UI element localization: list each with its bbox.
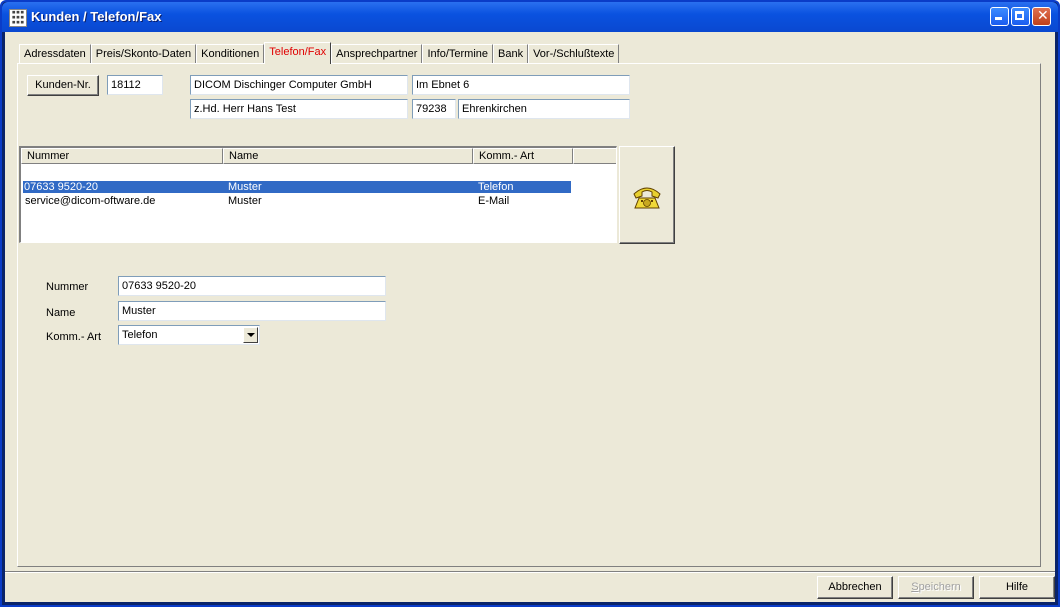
maximize-icon: [1015, 11, 1024, 20]
save-button[interactable]: Speichern: [898, 576, 974, 599]
tab-vor-schlusstexte[interactable]: Vor-/Schlußtexte: [528, 44, 620, 63]
komm-art-label: Komm.- Art: [46, 331, 102, 343]
maximize-button[interactable]: [1011, 7, 1030, 26]
tab-adressdaten[interactable]: Adressdaten: [19, 44, 91, 63]
column-header-art[interactable]: Komm.- Art: [473, 148, 573, 164]
footer-divider: [5, 571, 1055, 573]
row-name: Muster: [228, 181, 262, 193]
communication-list[interactable]: Nummer Name Komm.- Art 07633 9520-20 Mus…: [19, 146, 617, 243]
main-window: ▪▪▪ ▪▪▪ ▪▪▪ Kunden / Telefon/Fax ✕ Adressd…: [0, 0, 1060, 607]
save-label-mnemonic: S: [911, 581, 919, 593]
dial-button[interactable]: [619, 146, 675, 244]
tab-telefon-fax[interactable]: Telefon/Fax: [264, 42, 332, 64]
zip-field[interactable]: 79238: [412, 99, 456, 119]
minimize-icon: [995, 17, 1002, 20]
attention-field[interactable]: z.Hd. Herr Hans Test: [190, 99, 408, 119]
street-field[interactable]: Im Ebnet 6: [412, 75, 630, 95]
row-art: Telefon: [478, 181, 514, 193]
tab-preis-skonto[interactable]: Preis/Skonto-Daten: [90, 44, 197, 63]
kunden-nr-button[interactable]: Kunden-Nr.: [27, 75, 99, 96]
name-input[interactable]: Muster: [118, 301, 386, 321]
telephone-icon: [633, 187, 661, 209]
komm-art-select[interactable]: Telefon: [118, 325, 260, 345]
row-nummer: service@dicom-oftware.de: [25, 195, 156, 207]
client-area: Adressdaten Preis/Skonto-Daten Kondition…: [5, 32, 1055, 602]
name-label: Name: [46, 307, 76, 319]
customer-number-field[interactable]: 18112: [107, 75, 163, 95]
row-name: Muster: [228, 195, 262, 207]
tab-bank[interactable]: Bank: [493, 44, 529, 63]
tab-konditionen[interactable]: Konditionen: [196, 44, 265, 63]
tab-info-termine[interactable]: Info/Termine: [422, 44, 493, 63]
row-nummer: 07633 9520-20: [24, 181, 99, 193]
nummer-input[interactable]: 07633 9520-20: [118, 276, 386, 296]
tab-ansprechpartner[interactable]: Ansprechpartner: [331, 44, 423, 63]
close-icon: ✕: [1037, 8, 1049, 24]
tab-strip: Adressdaten Preis/Skonto-Daten Kondition…: [19, 42, 620, 64]
list-item[interactable]: service@dicom-oftware.de Muster E-Mail: [23, 195, 571, 207]
help-button[interactable]: Hilfe: [979, 576, 1055, 599]
komm-art-value: Telefon: [122, 329, 158, 341]
title-bar[interactable]: ▪▪▪ ▪▪▪ ▪▪▪ Kunden / Telefon/Fax ✕: [2, 2, 1058, 32]
app-icon[interactable]: ▪▪▪ ▪▪▪ ▪▪▪: [9, 9, 27, 27]
column-header-empty: [573, 148, 616, 164]
city-field[interactable]: Ehrenkirchen: [458, 99, 630, 119]
minimize-button[interactable]: [990, 7, 1009, 26]
window-title: Kunden / Telefon/Fax: [31, 9, 162, 24]
column-header-name[interactable]: Name: [223, 148, 473, 164]
column-header-nummer[interactable]: Nummer: [21, 148, 223, 164]
row-art: E-Mail: [478, 195, 510, 207]
cancel-button[interactable]: Abbrechen: [817, 576, 893, 599]
save-label-rest: peichern: [918, 581, 961, 593]
nummer-label: Nummer: [46, 281, 89, 293]
list-item[interactable]: 07633 9520-20 Muster Telefon: [23, 181, 571, 193]
company-field[interactable]: DICOM Dischinger Computer GmbH: [190, 75, 408, 95]
chevron-down-icon[interactable]: [243, 327, 258, 343]
close-button[interactable]: ✕: [1032, 7, 1051, 26]
